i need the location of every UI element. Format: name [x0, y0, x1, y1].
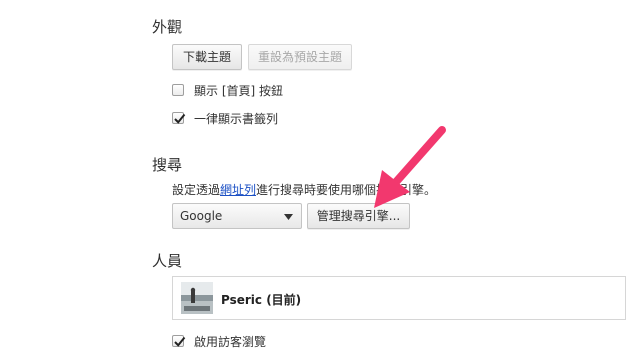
search-engine-select[interactable]: Google [172, 203, 302, 229]
search-description-prefix: 設定透過 [172, 183, 221, 197]
show-bookmarks-checkbox[interactable] [172, 112, 186, 124]
show-bookmarks-label: 一律顯示書籤列 [194, 112, 279, 126]
guest-browsing-label: 啟用訪客瀏覽 [194, 335, 267, 349]
reset-theme-button[interactable]: 重設為預設主題 [248, 44, 352, 70]
checkmark-icon [174, 336, 186, 347]
appearance-section-title: 外觀 [152, 18, 183, 36]
people-section-title: 人員 [152, 252, 183, 270]
download-theme-button[interactable]: 下載主題 [172, 44, 242, 70]
chevron-down-icon [284, 214, 293, 220]
show-home-checkbox[interactable] [172, 84, 184, 96]
show-home-label: 顯示 [首頁] 按鈕 [194, 84, 283, 98]
profile-name[interactable]: Pseric (目前) [221, 291, 301, 308]
checkmark-icon [174, 113, 186, 124]
avatar [181, 282, 213, 314]
guest-browsing-checkbox[interactable] [172, 335, 186, 347]
search-section-title: 搜尋 [152, 156, 183, 174]
omnibox-link[interactable]: 網址列 [220, 183, 256, 197]
profile-list: Pseric (目前) [172, 276, 626, 320]
pointer-arrow-icon [374, 126, 446, 208]
search-engine-value: Google [180, 209, 223, 223]
